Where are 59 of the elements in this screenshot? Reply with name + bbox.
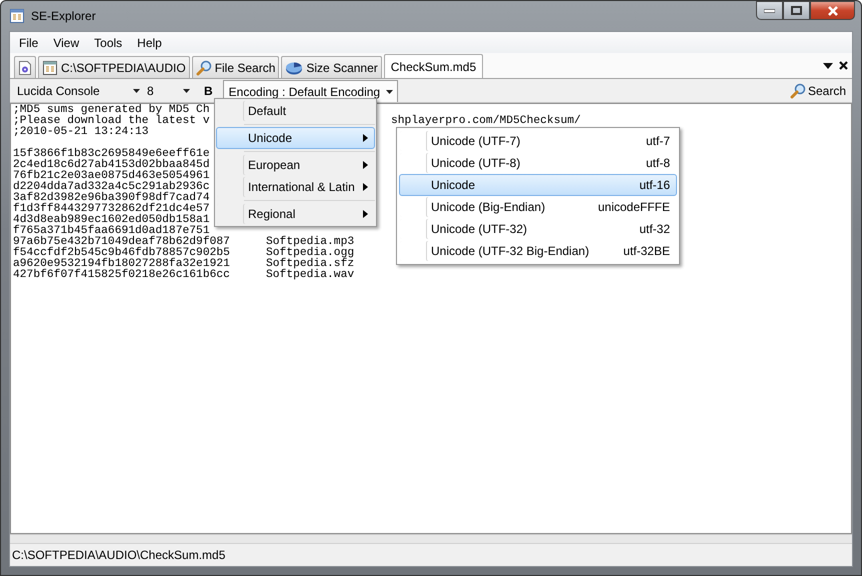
menu-item[interactable]: Tools [87, 36, 130, 50]
app-icon [9, 8, 25, 24]
minimize-icon [764, 8, 775, 12]
menu-item[interactable]: Help [130, 36, 170, 50]
document-columns-icon [42, 60, 58, 76]
menu-item[interactable]: Unicode utf-16 [399, 174, 677, 196]
text-line: d2204dda7ad332a4c5c291ab2936c [13, 182, 210, 193]
file-name: Softpedia.wav [266, 270, 354, 281]
maximize-button[interactable] [783, 1, 810, 20]
maximize-icon [791, 6, 802, 15]
menu-item[interactable]: Unicode [216, 127, 375, 149]
caret-icon [386, 90, 394, 94]
text-line: f1d3ff8443297732862df21dc4e57 [13, 204, 210, 215]
dropdown-icon[interactable] [823, 62, 833, 68]
text-line: 97a6b75e432b71049deaf78b62d9f087 [13, 237, 230, 248]
tab[interactable]: File Search [192, 56, 280, 78]
text-line: ;2010-05-21 13:24:13 [13, 127, 149, 138]
close-button[interactable] [810, 1, 855, 20]
font-dropdown[interactable]: Lucida Console [14, 80, 144, 101]
menu-item[interactable]: File [12, 36, 46, 50]
minimize-button[interactable] [756, 1, 783, 20]
close-icon[interactable] [839, 61, 848, 70]
text-line: ;Please download the latest v [13, 116, 210, 127]
horizontal-scrollbar[interactable] [10, 534, 852, 543]
text-line: 15f3866f1b83c2695849e6eeff61e [13, 149, 210, 160]
size-dropdown[interactable]: 8 [144, 80, 194, 101]
file-name: Softpedia.sfz [266, 259, 354, 270]
tab[interactable]: Size Scanner [281, 56, 382, 78]
menu-item[interactable]: View [46, 36, 88, 50]
submenu-arrow-icon [363, 161, 368, 169]
caret-icon [133, 88, 140, 92]
search-button[interactable]: Search [786, 80, 852, 101]
text-line: a9620e9532194fb18027288fa32e1921 [13, 259, 230, 270]
text-line: 427bf6f07f415825f0218e26c161b6cc [13, 270, 230, 281]
submenu-arrow-icon [363, 183, 368, 191]
tab[interactable] [14, 56, 36, 78]
file-name: Softpedia.mp3 [266, 237, 354, 248]
bold-button[interactable]: B [194, 80, 223, 101]
text-line: f54ccfdf2b545c9b46fdb78857c902b5 [13, 248, 230, 259]
text-line: 4d3d8eab989ec1602ed050db158a1 [13, 215, 210, 226]
disk-icon [285, 60, 304, 76]
submenu-arrow-icon [363, 210, 368, 218]
search-icon [790, 82, 806, 98]
tab[interactable]: C:\SOFTPEDIA\AUDIO [38, 56, 190, 78]
window-title: SE-Explorer [31, 9, 96, 23]
caret-icon [183, 88, 190, 92]
status-text: C:\SOFTPEDIA\AUDIO\CheckSum.md5 [12, 548, 226, 562]
text-line: 76fb21c2e03ae0875d463e5054961 [13, 171, 210, 182]
gear-document-icon [18, 60, 32, 76]
submenu-arrow-icon [363, 134, 368, 142]
text-line: 3af82d3982e96ba390f98df7cad74 [13, 193, 210, 204]
search-icon [196, 60, 212, 76]
text-line: f765a371b45faa6691d0ad187e751 [13, 226, 210, 237]
text-line: ;MD5 sums generated by MD5 Ch [13, 105, 210, 116]
text-line: 2c4ed18c6d27ab4153d02bbaa845d [13, 160, 210, 171]
tab[interactable]: CheckSum.md5 [384, 54, 484, 78]
text-line: shplayerpro.com/MD5Checksum/ [391, 116, 581, 127]
file-name: Softpedia.ogg [266, 248, 354, 259]
close-icon [826, 6, 838, 16]
